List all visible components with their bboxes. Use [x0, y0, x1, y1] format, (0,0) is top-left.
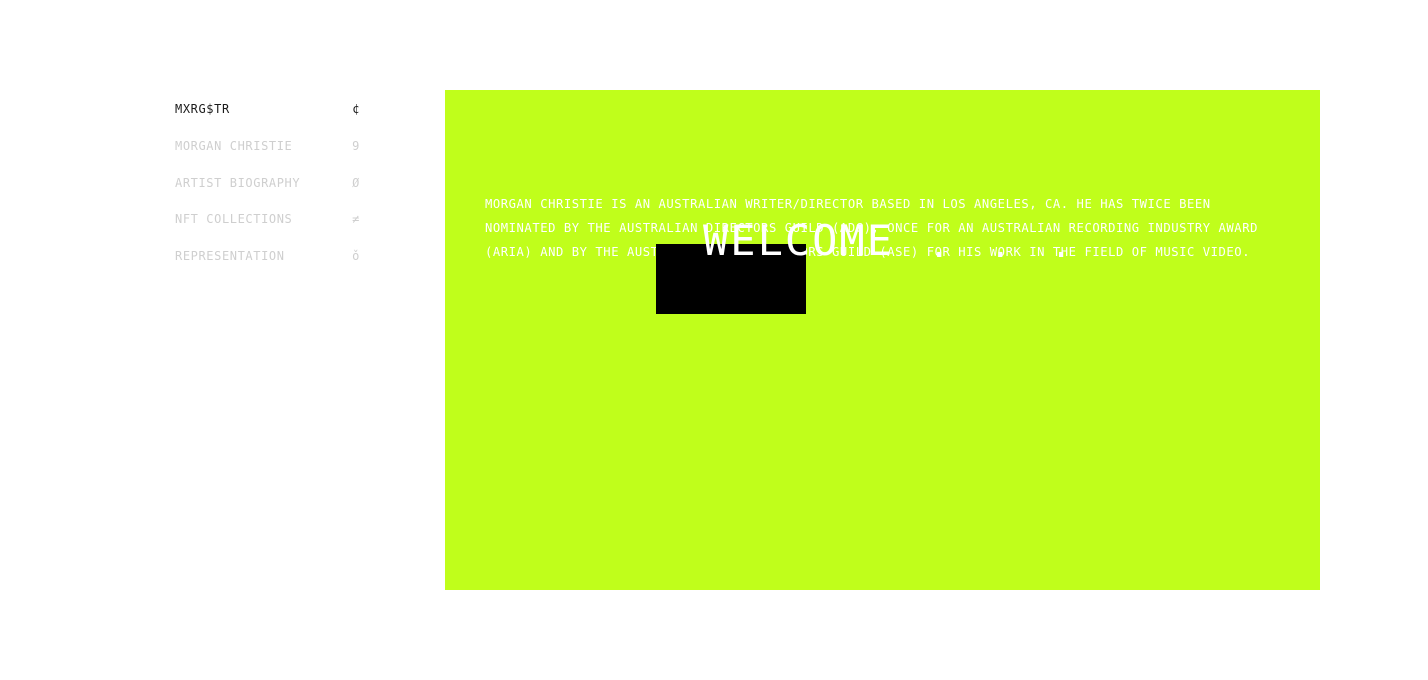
bio-panel: MORGAN CHRISTIE IS AN AUSTRALIAN WRITER/… [445, 90, 1320, 590]
o-caron-icon: ǒ [352, 249, 360, 264]
sidebar-item-representation[interactable]: REPRESENTATION ǒ [175, 246, 360, 266]
welcome-ellipsis: . . . [929, 226, 1082, 266]
sidebar-nav: MXRG$TR ¢ MORGAN CHRISTIE 9 ARTIST BIOGR… [175, 99, 360, 283]
sidebar-item-label: MXRG$TR [175, 102, 230, 116]
slashed-zero-icon: Ø [352, 175, 360, 190]
page: MXRG$TR ¢ MORGAN CHRISTIE 9 ARTIST BIOGR… [0, 0, 1428, 680]
cent-icon: ¢ [352, 102, 360, 116]
nine-icon: 9 [352, 138, 360, 153]
welcome-heading: WELCOME [703, 216, 895, 265]
sidebar-item-morgan-christie[interactable]: MORGAN CHRISTIE 9 [175, 136, 360, 156]
not-equal-icon: ≠ [352, 212, 360, 227]
sidebar-item-artist-biography[interactable]: ARTIST BIOGRAPHY Ø [175, 173, 360, 193]
sidebar-item-label: NFT COLLECTIONS [175, 212, 293, 227]
sidebar-item-nft-collections[interactable]: NFT COLLECTIONS ≠ [175, 209, 360, 229]
sidebar-item-mxrgstr[interactable]: MXRG$TR ¢ [175, 99, 360, 119]
sidebar-item-label: ARTIST BIOGRAPHY [175, 175, 301, 190]
sidebar-item-label: REPRESENTATION [175, 249, 285, 264]
sidebar-item-label: MORGAN CHRISTIE [175, 138, 293, 153]
